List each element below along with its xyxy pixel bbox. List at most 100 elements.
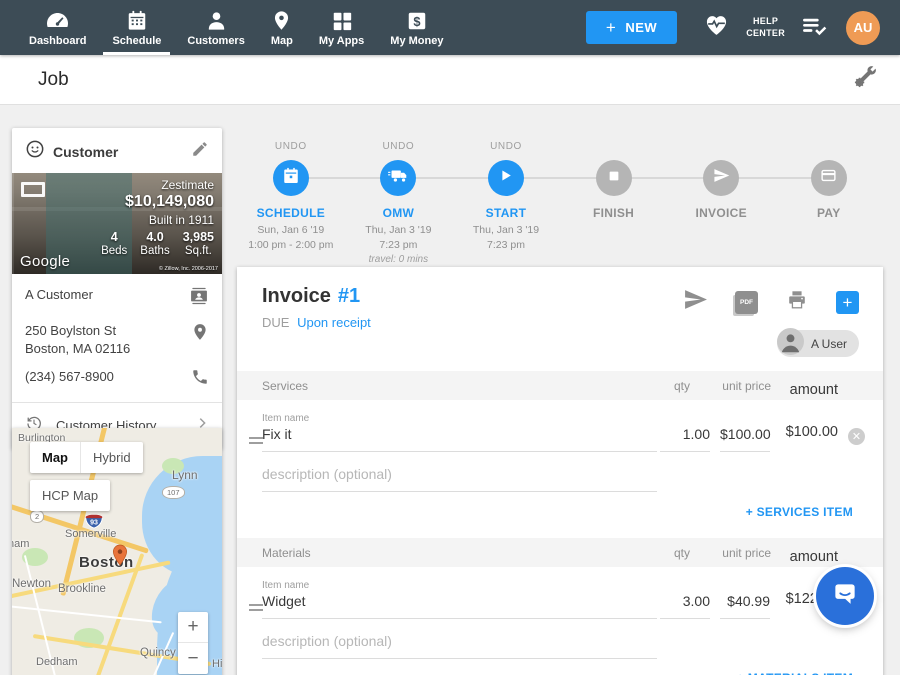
invoice-toolbar: PDF + [683,287,859,317]
map-label-hingham: Hi [212,658,222,670]
job-location-pin[interactable] [112,544,128,571]
start-step-button[interactable] [488,160,524,196]
customer-phone-row: (234) 567-8900 [25,368,209,391]
undo-omw-button[interactable]: UNDO [345,141,453,154]
stat-baths: 4.0 Baths [140,230,169,257]
pay-step-button[interactable] [811,160,847,196]
add-materials-item-link[interactable]: + MATERIALS ITEM [737,671,853,675]
service-item-name-input[interactable]: Fix it [262,426,657,452]
invoice-number[interactable]: #1 [338,285,360,308]
nav-item-customers[interactable]: Customers [174,0,257,55]
chat-launcher-button[interactable] [816,567,874,625]
materials-header-bar: Materials qty unit price amount [237,538,883,567]
step-date-line2: 7:23 pm [379,239,417,251]
checklist-icon[interactable] [801,14,828,42]
contact-card-icon[interactable] [181,286,209,311]
timeline-step-pay: PAY [775,125,883,265]
app-screen: Dashboard Schedule Customers Map My Apps… [0,0,900,675]
remove-service-item-button[interactable]: ✕ [848,428,865,445]
step-date: Sun, Jan 6 '19 1:00 pm - 2:00 pm [237,223,345,253]
heart-pulse-icon[interactable] [703,13,730,43]
job-tools-icon[interactable] [852,64,878,95]
new-button-label: NEW [625,20,657,35]
dollar-icon: $ [406,8,428,32]
customer-card-title: Customer [53,144,118,160]
user-avatar[interactable]: AU [846,11,880,45]
plus-icon: + [606,21,616,34]
new-button[interactable]: + NEW [586,11,677,44]
undo-spacer [560,141,668,154]
property-photo[interactable]: Zestimate $10,149,080 Built in 1911 4 Be… [12,173,222,274]
add-services-item-link[interactable]: + SERVICES ITEM [746,505,853,519]
undo-schedule-button[interactable]: UNDO [237,141,345,154]
edit-pencil-icon[interactable] [191,140,209,163]
phone-icon[interactable] [183,368,209,391]
map-label-somerville: Somerville [65,528,116,540]
map-label-brookline: Brookline [58,583,106,595]
step-label: FINISH [560,206,668,220]
zestimate-label: Zestimate [101,178,214,192]
print-icon[interactable] [785,289,809,316]
service-line-item: Item name Fix it 1.00 $100.00 $100.00 ✕ … [237,413,883,509]
map-type-toggle: Map Hybrid [30,442,143,473]
customer-address: 250 Boylston St Boston, MA 02116 [25,322,130,357]
add-invoice-icon[interactable]: + [836,291,859,314]
timeline-step-invoice: INVOICE [667,125,775,265]
nav-item-schedule[interactable]: Schedule [99,0,174,55]
address-line1: 250 Boylston St [25,323,116,338]
hcp-map-button[interactable]: HCP Map [30,480,110,511]
location-pin-icon[interactable] [183,322,209,347]
material-qty-input[interactable]: 3.00 [660,593,710,619]
pdf-icon[interactable]: PDF [735,291,758,314]
drag-handle-icon[interactable] [249,437,263,447]
material-item-name-input[interactable]: Widget [262,593,657,619]
map-widget[interactable]: Burlington Lynn 107 2 93 Somerville ham … [12,428,222,675]
address-line2: Boston, MA 02116 [25,341,130,356]
material-description-input[interactable]: description (optional) [262,633,657,659]
nav-label: Schedule [112,35,161,47]
stat-value: 4 [101,230,127,244]
step-date-line2: 1:00 pm - 2:00 pm [248,239,333,251]
nav-item-dashboard[interactable]: Dashboard [16,0,99,55]
apps-grid-icon [331,8,353,32]
nav-item-my-apps[interactable]: My Apps [306,0,377,55]
service-qty-input[interactable]: 1.00 [660,426,710,452]
nav-item-map[interactable]: Map [258,0,306,55]
map-zoom-out-button[interactable]: − [178,643,208,674]
customer-name-row: A Customer [25,286,209,311]
top-nav: Dashboard Schedule Customers Map My Apps… [0,0,900,55]
help-center-link[interactable]: HELP CENTER [746,16,785,39]
invoice-card: Invoice #1 PDF + DUE Upon receipt A User… [237,267,883,675]
map-type-hybrid-button[interactable]: Hybrid [81,442,143,473]
omw-step-button[interactable] [380,160,416,196]
chat-bubble-icon [830,579,860,614]
map-road [12,605,162,624]
zestimate-value: $10,149,080 [101,193,214,211]
drag-handle-icon[interactable] [249,604,263,614]
map-type-map-button[interactable]: Map [30,442,81,473]
material-line-item: Item name Widget 3.00 $40.99 $122.97 ✕ d… [237,580,883,675]
send-invoice-icon[interactable] [683,287,708,317]
calendar-icon [282,166,300,190]
stat-label: Sq.ft. [183,245,214,257]
step-label: SCHEDULE [237,206,345,220]
finish-step-button[interactable] [596,160,632,196]
map-zoom-in-button[interactable]: + [178,612,208,643]
street-view-icon [21,182,45,197]
item-name-label: Item name [262,413,309,424]
invoice-step-button[interactable] [703,160,739,196]
nav-item-my-money[interactable]: $ My Money [377,0,456,55]
service-description-input[interactable]: description (optional) [262,466,657,492]
material-unit-price-input[interactable]: $40.99 [720,593,770,619]
invoice-title-row: Invoice #1 [262,285,360,308]
nav-label: Map [271,35,293,47]
service-unit-price-input[interactable]: $100.00 [720,426,770,452]
amount-column-header: amount [770,549,838,565]
timeline-step-omw: UNDO OMW Thu, Jan 3 '19 7:23 pm travel: … [345,125,453,265]
undo-start-button[interactable]: UNDO [452,141,560,154]
item-name-label: Item name [262,580,309,591]
assigned-user-pill[interactable]: A User [777,330,859,357]
due-value-link[interactable]: Upon receipt [297,315,371,330]
schedule-step-button[interactable] [273,160,309,196]
job-timeline: UNDO SCHEDULE Sun, Jan 6 '19 1:00 pm - 2… [237,125,883,265]
